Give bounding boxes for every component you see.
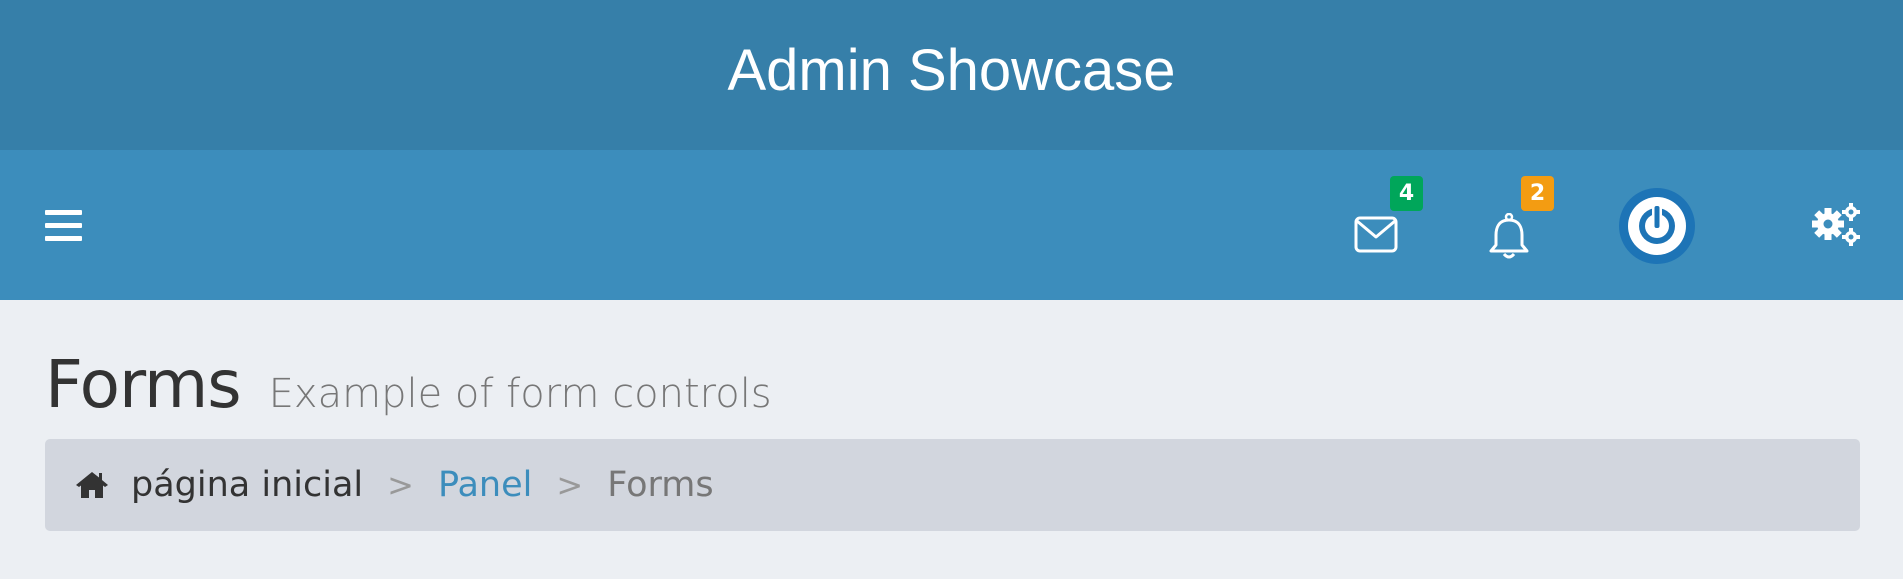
messages-button[interactable] <box>1354 205 1408 255</box>
navbar: 4 2 <box>0 150 1903 300</box>
hamburger-menu-icon[interactable] <box>45 210 82 241</box>
breadcrumb-panel[interactable]: Panel <box>438 465 532 505</box>
page-title: Forms <box>45 346 242 423</box>
breadcrumb: página inicial > Panel > Forms <box>45 439 1860 531</box>
envelope-icon <box>1354 216 1398 253</box>
page-header: Forms Example of form controls <box>45 346 772 423</box>
notifications-button[interactable] <box>1486 205 1540 259</box>
app-title: Admin Showcase <box>727 38 1176 103</box>
gears-icon <box>1812 203 1860 246</box>
notifications-count-badge: 2 <box>1521 176 1554 211</box>
bell-icon <box>1489 213 1529 259</box>
breadcrumb-current: Forms <box>607 465 714 505</box>
messages-count-badge: 4 <box>1390 176 1423 211</box>
power-icon <box>1619 188 1695 264</box>
breadcrumb-home[interactable]: página inicial <box>131 465 363 505</box>
top-banner: Admin Showcase <box>0 0 1903 150</box>
page-subtitle: Example of form controls <box>268 371 772 417</box>
home-icon[interactable] <box>75 470 109 500</box>
user-power-button[interactable] <box>1619 188 1695 264</box>
breadcrumb-separator: > <box>556 466 584 504</box>
breadcrumb-separator: > <box>387 466 414 504</box>
settings-button[interactable] <box>1812 202 1862 248</box>
